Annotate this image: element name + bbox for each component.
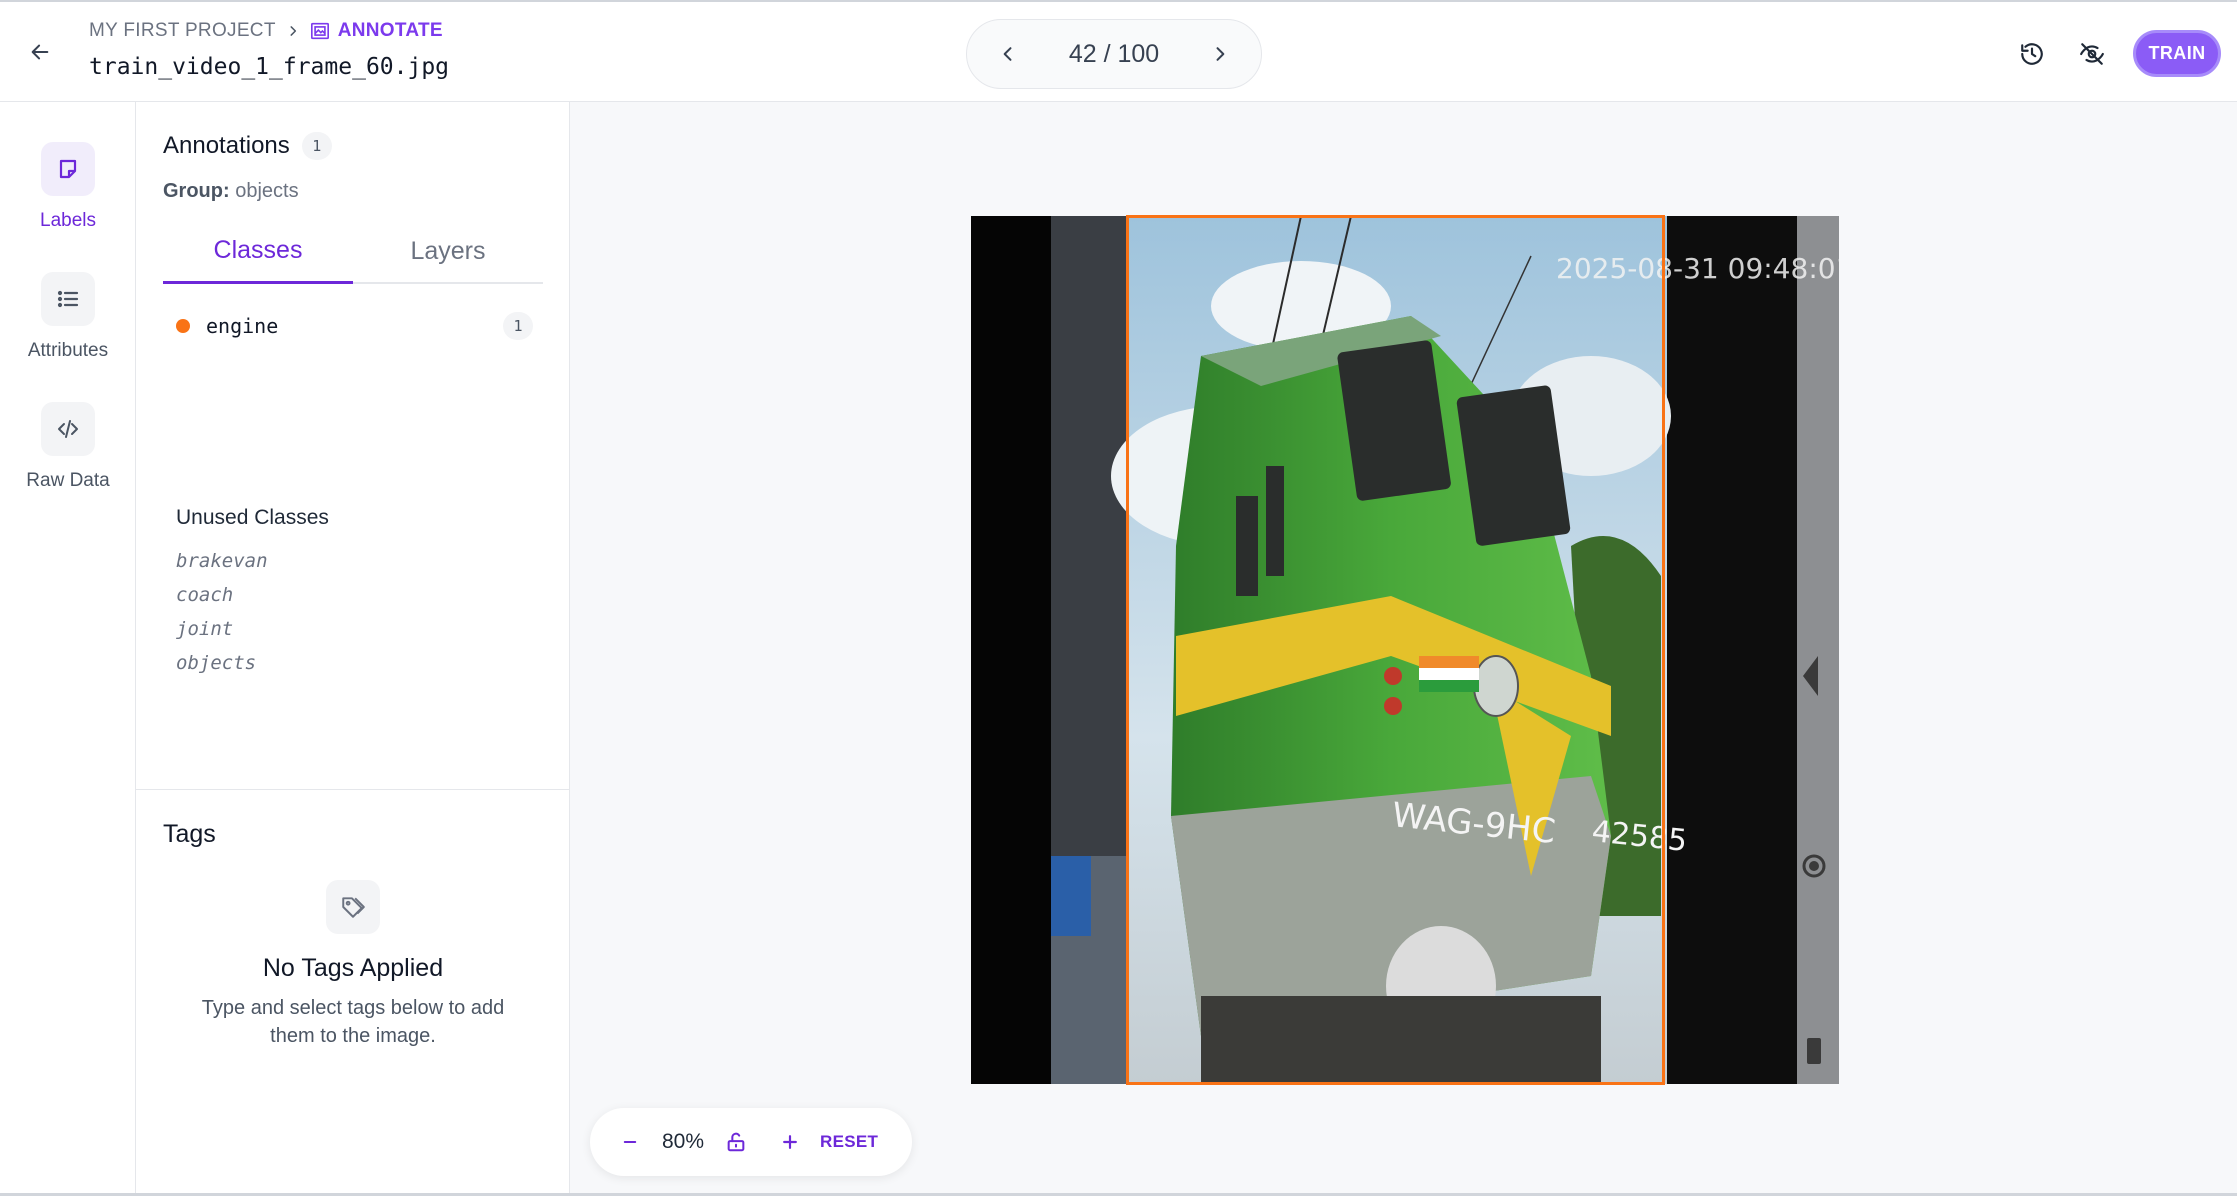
zoom-controls: 80% RESET bbox=[590, 1108, 912, 1176]
tags-empty-title: No Tags Applied bbox=[262, 954, 444, 982]
annotation-canvas[interactable]: WAG-9HC 42585 2025-08-31 09:48:01 80% RE… bbox=[570, 102, 2237, 1196]
unlock-icon bbox=[727, 1132, 745, 1152]
unused-class-item[interactable]: objects bbox=[176, 646, 268, 680]
class-item-engine[interactable]: engine 1 bbox=[176, 308, 533, 344]
minus-icon bbox=[623, 1141, 637, 1143]
image-pager: 42 / 100 bbox=[966, 19, 1262, 89]
unused-class-item[interactable]: joint bbox=[176, 612, 268, 646]
annotations-count-badge: 1 bbox=[301, 132, 332, 160]
previous-image-button[interactable] bbox=[993, 39, 1023, 69]
rail-item-label: Attributes bbox=[27, 340, 109, 361]
next-image-button[interactable] bbox=[1205, 39, 1235, 69]
panel-tabs: Classes Layers bbox=[163, 220, 543, 284]
zoom-level: 80% bbox=[661, 1130, 705, 1153]
breadcrumb-project[interactable]: MY FIRST PROJECT bbox=[89, 20, 276, 42]
zoom-reset-button[interactable]: RESET bbox=[820, 1132, 878, 1152]
pager-count: 42 / 100 bbox=[1068, 39, 1160, 68]
rail-item-raw-data[interactable]: Raw Data bbox=[0, 402, 136, 492]
class-color-dot bbox=[176, 319, 190, 333]
group-label: Group: bbox=[163, 180, 230, 202]
annotations-title: Annotations bbox=[163, 132, 290, 159]
rail-item-label: Labels bbox=[40, 210, 96, 231]
back-button[interactable] bbox=[22, 34, 58, 70]
eye-off-icon bbox=[2080, 43, 2104, 65]
file-name: train_video_1_frame_60.jpg bbox=[89, 54, 450, 80]
tags-title: Tags bbox=[163, 820, 216, 848]
code-icon bbox=[41, 402, 95, 456]
list-icon bbox=[41, 272, 95, 326]
zoom-in-button[interactable] bbox=[772, 1124, 808, 1160]
hide-annotations-button[interactable] bbox=[2074, 36, 2110, 72]
chevron-left-icon bbox=[1003, 47, 1012, 61]
rail-item-label: Raw Data bbox=[26, 470, 110, 491]
zoom-out-button[interactable] bbox=[612, 1124, 648, 1160]
class-count-badge: 1 bbox=[503, 312, 533, 340]
plus-icon bbox=[783, 1135, 797, 1149]
history-button[interactable] bbox=[2014, 36, 2050, 72]
tab-classes[interactable]: Classes bbox=[163, 220, 353, 284]
train-button[interactable]: TRAIN bbox=[2133, 30, 2221, 77]
chevron-right-icon bbox=[286, 24, 300, 38]
unused-classes-title: Unused Classes bbox=[176, 506, 329, 529]
arrow-left-icon bbox=[31, 44, 49, 60]
annotations-panel: Annotations 1 Group: objects Classes Lay… bbox=[136, 102, 570, 1196]
group-value: objects bbox=[235, 180, 299, 202]
top-header: MY FIRST PROJECT ANNOTATE train_video_1_… bbox=[0, 0, 2237, 102]
unused-class-item[interactable]: coach bbox=[176, 578, 268, 612]
group-info: Group: objects bbox=[163, 180, 299, 203]
tags-empty-description: Type and select tags below to add them t… bbox=[201, 997, 505, 1047]
bounding-box-engine[interactable] bbox=[1126, 215, 1665, 1085]
unused-classes-list: brakevan coach joint objects bbox=[176, 544, 268, 680]
chevron-right-icon bbox=[1216, 47, 1225, 61]
unused-class-item[interactable]: brakevan bbox=[176, 544, 268, 578]
tag-icon bbox=[326, 880, 380, 934]
breadcrumb: MY FIRST PROJECT ANNOTATE bbox=[89, 20, 443, 42]
class-name: engine bbox=[206, 314, 279, 338]
rail-item-labels[interactable]: Labels bbox=[0, 142, 136, 232]
breadcrumb-current: ANNOTATE bbox=[310, 20, 443, 42]
rail-item-attributes[interactable]: Attributes bbox=[0, 272, 136, 362]
left-icon-rail: Labels Attributes Raw Data bbox=[0, 102, 136, 1196]
annotate-icon bbox=[310, 22, 329, 40]
panel-divider bbox=[136, 789, 570, 790]
history-icon bbox=[2021, 43, 2043, 65]
label-icon bbox=[41, 142, 95, 196]
zoom-lock-button[interactable] bbox=[718, 1124, 754, 1160]
breadcrumb-current-label: ANNOTATE bbox=[337, 20, 443, 41]
annotations-heading: Annotations 1 bbox=[163, 132, 332, 160]
tab-layers[interactable]: Layers bbox=[353, 220, 543, 282]
